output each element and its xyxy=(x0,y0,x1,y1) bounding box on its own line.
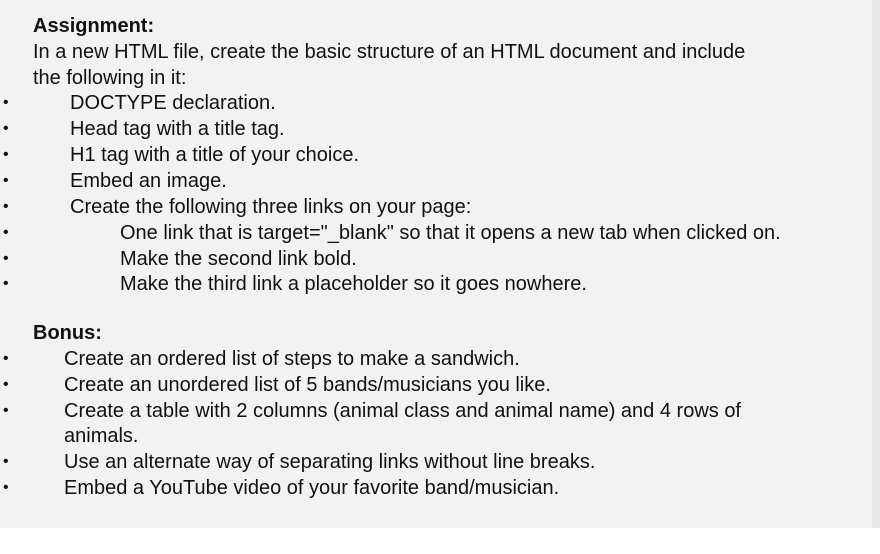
bullet: • xyxy=(3,120,9,137)
bonus-item: Embed a YouTube video of your favorite b… xyxy=(64,477,560,499)
bonus-heading: Bonus: xyxy=(33,322,102,344)
assignment-item: Embed an image. xyxy=(70,170,227,192)
bullet: • xyxy=(3,453,9,470)
bullet: • xyxy=(3,146,9,163)
assignment-intro-line-1: In a new HTML file, create the basic str… xyxy=(33,41,746,63)
assignment-item: Create the following three links on your… xyxy=(70,196,472,218)
assignment-sub-item: One link that is target="_blank" so that… xyxy=(120,222,781,244)
assignment-item: DOCTYPE declaration. xyxy=(70,92,276,114)
assignment-heading: Assignment: xyxy=(33,15,155,37)
bullet: • xyxy=(3,479,9,496)
bullet: • xyxy=(3,224,9,241)
bonus-item: Create an ordered list of steps to make … xyxy=(64,348,520,370)
bullet: • xyxy=(3,94,9,111)
bullet: • xyxy=(3,376,9,393)
bullet: • xyxy=(3,172,9,189)
bullet: • xyxy=(3,250,9,267)
bullet: • xyxy=(3,198,9,215)
bonus-item-continuation: animals. xyxy=(64,425,139,447)
vertical-scrollbar[interactable] xyxy=(872,0,880,528)
document-panel: Assignment: In a new HTML file, create t… xyxy=(0,0,872,528)
bullet: • xyxy=(3,275,9,292)
assignment-sub-item: Make the second link bold. xyxy=(120,248,357,270)
assignment-item: Head tag with a title tag. xyxy=(70,118,285,140)
assignment-item: H1 tag with a title of your choice. xyxy=(70,144,360,166)
bonus-item: Use an alternate way of separating links… xyxy=(64,451,596,473)
bonus-item: Create an unordered list of 5 bands/musi… xyxy=(64,374,551,396)
assignment-sub-item: Make the third link a placeholder so it … xyxy=(120,273,587,295)
bullet: • xyxy=(3,350,9,367)
assignment-intro-line-2: the following in it: xyxy=(33,67,187,89)
bonus-item: Create a table with 2 columns (animal cl… xyxy=(64,400,741,422)
bullet: • xyxy=(3,402,9,419)
